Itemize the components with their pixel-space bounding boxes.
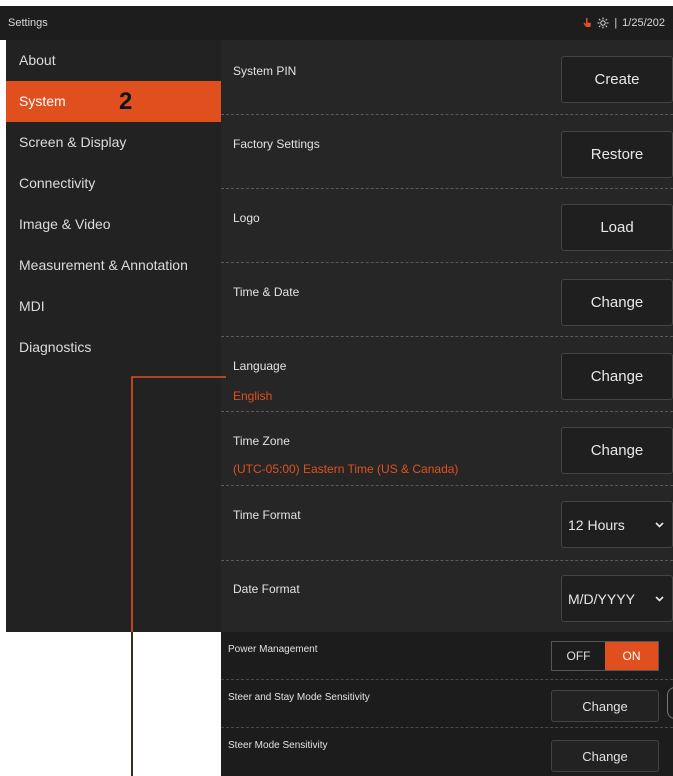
- callout-leader-line: [131, 376, 226, 776]
- callout-line-orange: [131, 376, 226, 776]
